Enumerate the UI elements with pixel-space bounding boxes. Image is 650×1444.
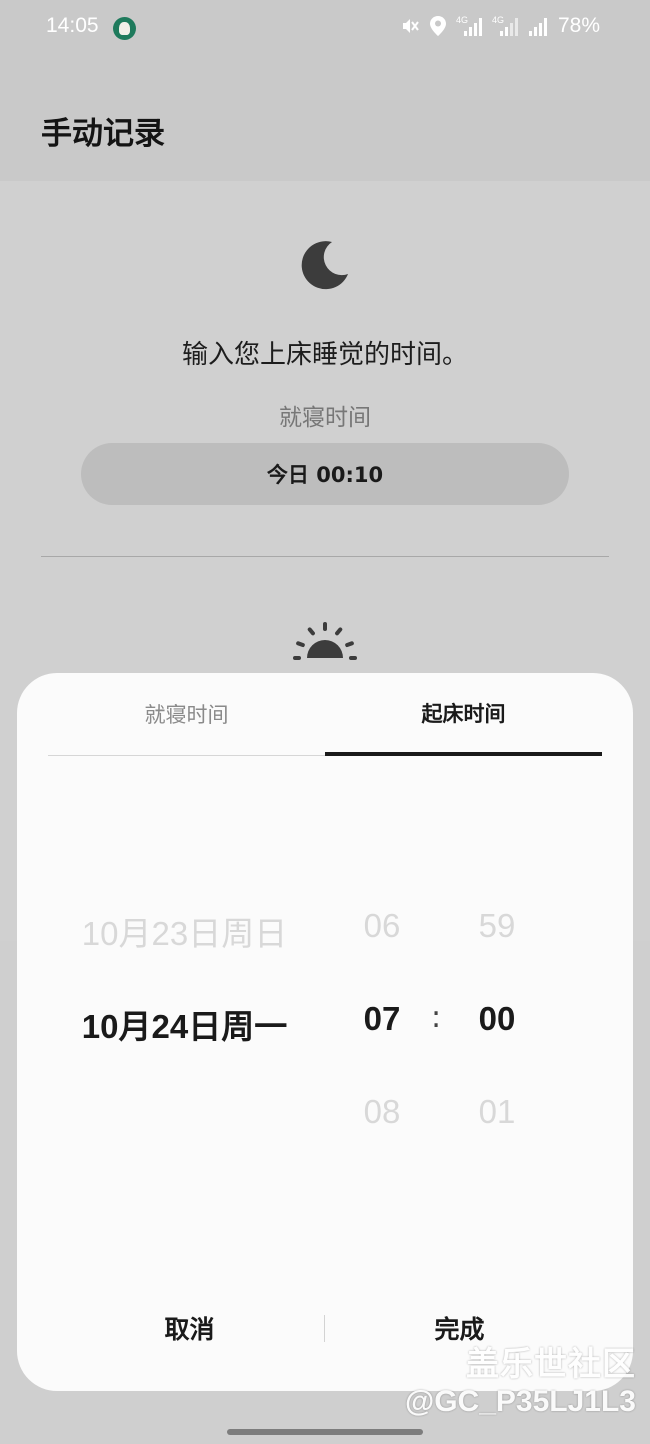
minute-option-prev[interactable]: 59	[462, 907, 532, 945]
bedtime-label: 就寝时间	[279, 405, 371, 431]
tab-bedtime-label: 就寝时间	[144, 703, 229, 727]
mute-icon	[402, 19, 419, 33]
hour-option-prev[interactable]: 06	[347, 907, 417, 945]
status-time: 14:05	[46, 14, 99, 37]
date-time-picker: 10月23日周日 10月24日周一 06 07 08 : 59 00 01	[17, 873, 633, 1173]
watermark-title: 盖乐世社区	[466, 1344, 636, 1383]
status-icons: 4G 4G 78%	[400, 14, 600, 38]
divider	[41, 556, 609, 557]
bedtime-button[interactable]: 今日 00:10	[81, 443, 569, 505]
status-bar: 14:05 4G 4G 78%	[0, 0, 650, 56]
app-header: 手动记录	[0, 56, 650, 181]
minute-option-selected[interactable]: 00	[462, 1000, 532, 1038]
time-picker-sheet: 就寝时间 起床时间 10月23日周日 10月24日周一 06 07 08 : 5…	[17, 673, 633, 1391]
bedtime-value: 今日 00:10	[266, 463, 384, 487]
battery-level: 78%	[557, 14, 600, 37]
tab-wake-time-label: 起床时间	[421, 701, 506, 726]
tab-bedtime[interactable]: 就寝时间	[48, 673, 325, 756]
page-title: 手动记录	[41, 116, 165, 152]
signal-icon	[528, 18, 547, 36]
avatar-icon	[113, 17, 136, 40]
date-option-prev[interactable]: 10月23日周日	[57, 907, 312, 955]
signal-4g-icon: 4G	[456, 15, 482, 36]
moon-icon	[301, 241, 348, 290]
hour-option-next[interactable]: 08	[347, 1093, 417, 1131]
svg-text:4G: 4G	[456, 15, 468, 25]
date-option-selected[interactable]: 10月24日周一	[57, 1000, 312, 1048]
hour-option-selected[interactable]: 07	[347, 1000, 417, 1038]
bedtime-prompt: 输入您上床睡觉的时间。	[181, 340, 468, 370]
cancel-button[interactable]: 取消	[37, 1288, 342, 1368]
signal-4g-icon: 4G	[492, 15, 518, 36]
watermark-handle: @GC_P35LJ1L3	[404, 1385, 636, 1418]
minute-option-next[interactable]: 01	[462, 1093, 532, 1131]
location-icon	[429, 16, 446, 36]
time-separator: :	[431, 1000, 442, 1035]
picker-tabs: 就寝时间 起床时间	[48, 673, 602, 756]
home-indicator[interactable]	[227, 1429, 423, 1435]
sunrise-icon	[293, 622, 357, 660]
tab-wake-time[interactable]: 起床时间	[325, 673, 602, 756]
svg-text:4G: 4G	[492, 15, 504, 25]
